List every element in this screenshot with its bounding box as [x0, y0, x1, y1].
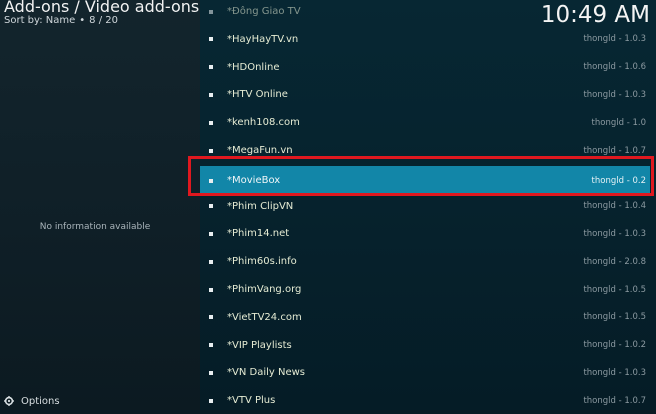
addon-name: *Phim14.net — [227, 228, 290, 240]
addon-version: thongld - 2.0.8 — [583, 256, 646, 267]
addon-list-item[interactable]: *Phim14.net thongld - 1.0.3 — [200, 220, 650, 247]
bullet-icon — [209, 398, 213, 403]
bullet-icon — [209, 65, 213, 70]
bullet-icon — [209, 343, 213, 348]
addon-name: *HTV Online — [227, 89, 288, 101]
addon-name: *Phim ClipVN — [227, 200, 294, 212]
sort-status: Sort by: Name • 8 / 20 — [4, 15, 118, 26]
no-info-message: No information available — [39, 222, 151, 232]
sort-label[interactable]: Sort by: Name — [4, 15, 75, 26]
addon-name: *VIP Playlists — [227, 339, 292, 351]
separator: • — [79, 15, 86, 26]
bullet-icon — [209, 315, 213, 320]
gear-icon — [4, 396, 14, 406]
bullet-icon — [209, 120, 213, 125]
item-position: 8 / 20 — [89, 15, 118, 26]
addon-name: *kenh108.com — [227, 117, 300, 129]
addon-list-item[interactable]: *MovieBox thongld - 0.2 — [200, 165, 650, 196]
addon-list-item[interactable]: *Phim60s.info thongld - 2.0.8 — [200, 248, 650, 275]
addon-list-item[interactable]: *Phim ClipVN thongld - 1.0.4 — [200, 193, 650, 220]
bullet-icon — [209, 231, 213, 236]
bullet-icon — [209, 92, 213, 97]
addon-name: *MovieBox — [227, 175, 281, 187]
addon-list-item[interactable]: *VietTV24.com thongld - 1.0.5 — [200, 304, 650, 331]
addon-list-item[interactable]: *kenh108.com thongld - 1.0 — [200, 109, 650, 136]
addon-name: *VTV Plus — [227, 395, 276, 407]
bullet-icon — [209, 178, 213, 183]
bullet-icon — [209, 370, 213, 375]
addon-list-item[interactable]: *VN Daily News thongld - 1.0.3 — [200, 359, 650, 386]
addon-list-item[interactable]: *HTV Online thongld - 1.0.3 — [200, 81, 650, 108]
addon-name: *HayHayTV.vn — [227, 33, 299, 45]
info-panel — [0, 0, 200, 410]
addon-list-item[interactable]: *MegaFun.vn thongld - 1.0.7 — [200, 137, 650, 164]
bullet-icon — [209, 259, 213, 264]
addon-version: thongld - 1.0.4 — [583, 201, 646, 212]
addon-name: *Đông Giao TV — [227, 6, 301, 17]
addon-list-item[interactable]: *HayHayTV.vn thongld - 1.0.3 — [200, 26, 650, 53]
addon-version: thongld - 1.0.5 — [583, 284, 646, 295]
bullet-icon — [209, 37, 213, 42]
addon-list-item[interactable]: *VIP Playlists thongld - 1.0.2 — [200, 332, 650, 359]
options-button[interactable]: Options — [4, 394, 60, 408]
addon-name: *PhimVang.org — [227, 284, 302, 295]
addon-list-item[interactable]: *Đông Giao TV — [200, 0, 650, 25]
addon-name: *MegaFun.vn — [227, 145, 293, 156]
addon-name: *Phim60s.info — [227, 256, 297, 268]
bullet-icon — [209, 9, 213, 14]
addon-version: thongld - 0.2 — [591, 175, 646, 186]
page-title: Add-ons / Video add-ons — [4, 0, 200, 16]
addon-version: thongld - 1.0.7 — [583, 145, 646, 156]
addon-name: *HDOnline — [227, 61, 280, 73]
addon-version: thongld - 1.0.6 — [583, 62, 646, 73]
addon-list-item[interactable]: *PhimVang.org thongld - 1.0.5 — [200, 276, 650, 303]
addon-version: thongld - 1.0.7 — [583, 395, 646, 406]
bullet-icon — [209, 148, 213, 153]
addon-version: thongld - 1.0.3 — [583, 228, 646, 239]
addon-version: thongld - 1.0.5 — [583, 312, 646, 323]
addon-name: *VN Daily News — [227, 367, 306, 379]
bullet-icon — [209, 287, 213, 292]
addon-name: *VietTV24.com — [227, 311, 302, 323]
addon-version: thongld - 1.0.3 — [583, 89, 646, 100]
addon-version: thongld - 1.0.2 — [583, 340, 646, 351]
addon-version: thongld - 1.0.3 — [583, 367, 646, 378]
addon-version: thongld - 1.0 — [591, 117, 646, 128]
addon-version: thongld - 1.0.3 — [583, 34, 646, 45]
bullet-icon — [209, 204, 213, 209]
options-label: Options — [21, 395, 60, 407]
addon-list-item[interactable]: *HDOnline thongld - 1.0.6 — [200, 54, 650, 81]
